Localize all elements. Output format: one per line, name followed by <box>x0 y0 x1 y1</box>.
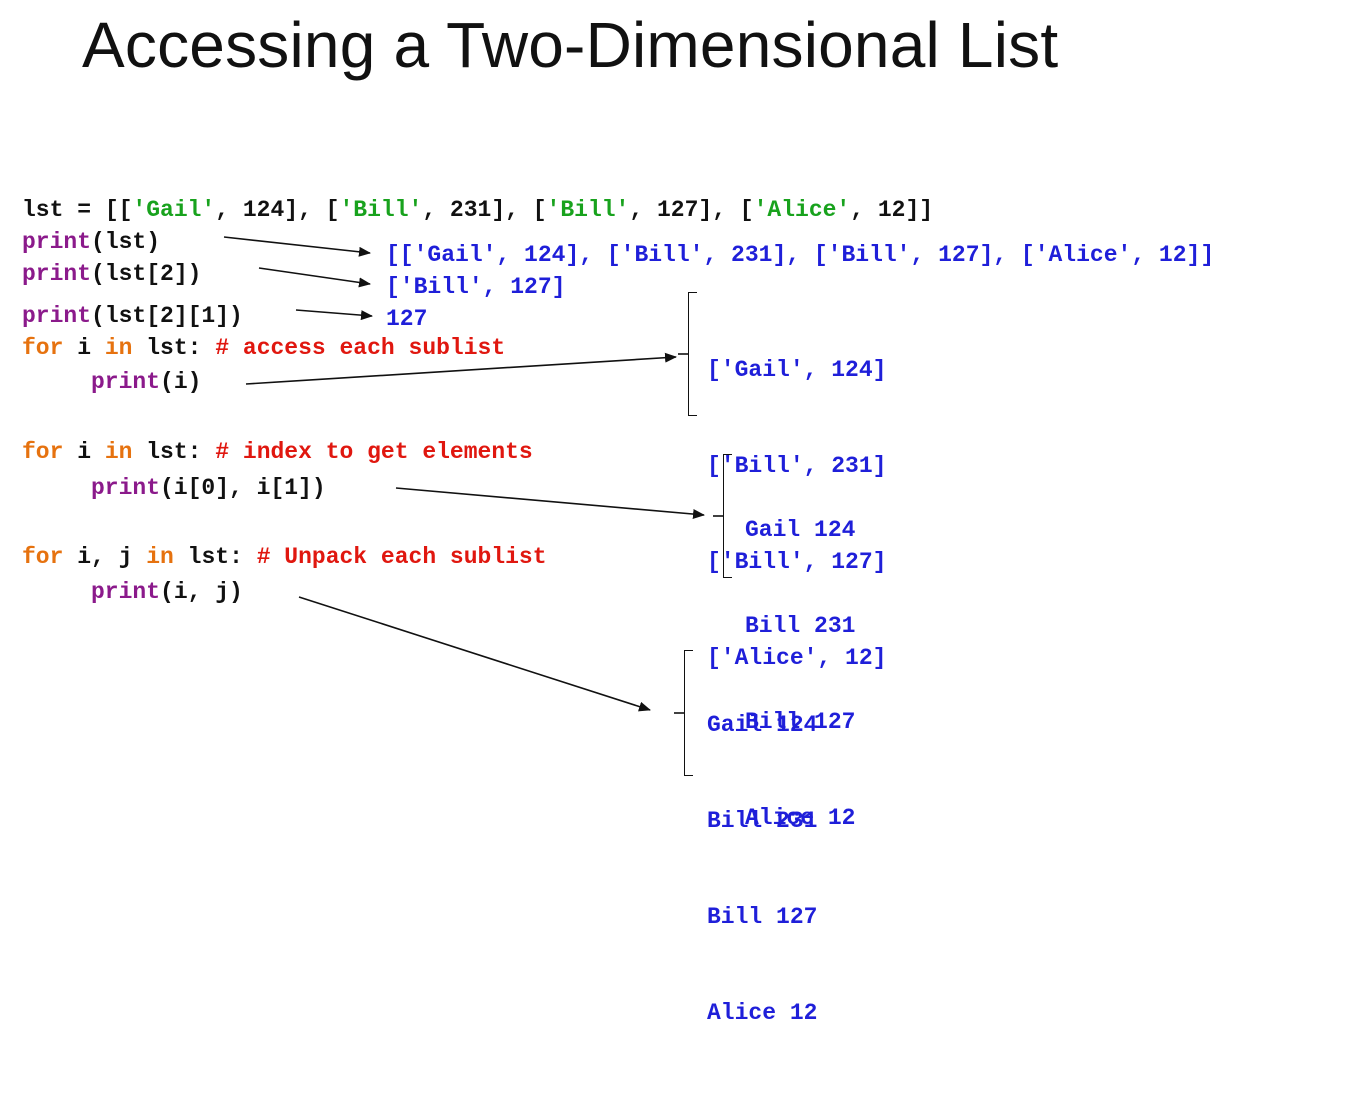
arrow <box>223 236 371 257</box>
slide: Accessing a Two-Dimensional List lst = [… <box>0 0 1345 1026</box>
arrow <box>395 487 705 520</box>
arrow <box>295 309 373 321</box>
output-line: Alice 12 <box>707 1000 818 1026</box>
arrow <box>245 352 677 385</box>
arrow <box>298 596 651 712</box>
output-line: Bill 127 <box>707 904 818 930</box>
arrow-layer <box>223 236 723 714</box>
arrow <box>258 267 371 288</box>
